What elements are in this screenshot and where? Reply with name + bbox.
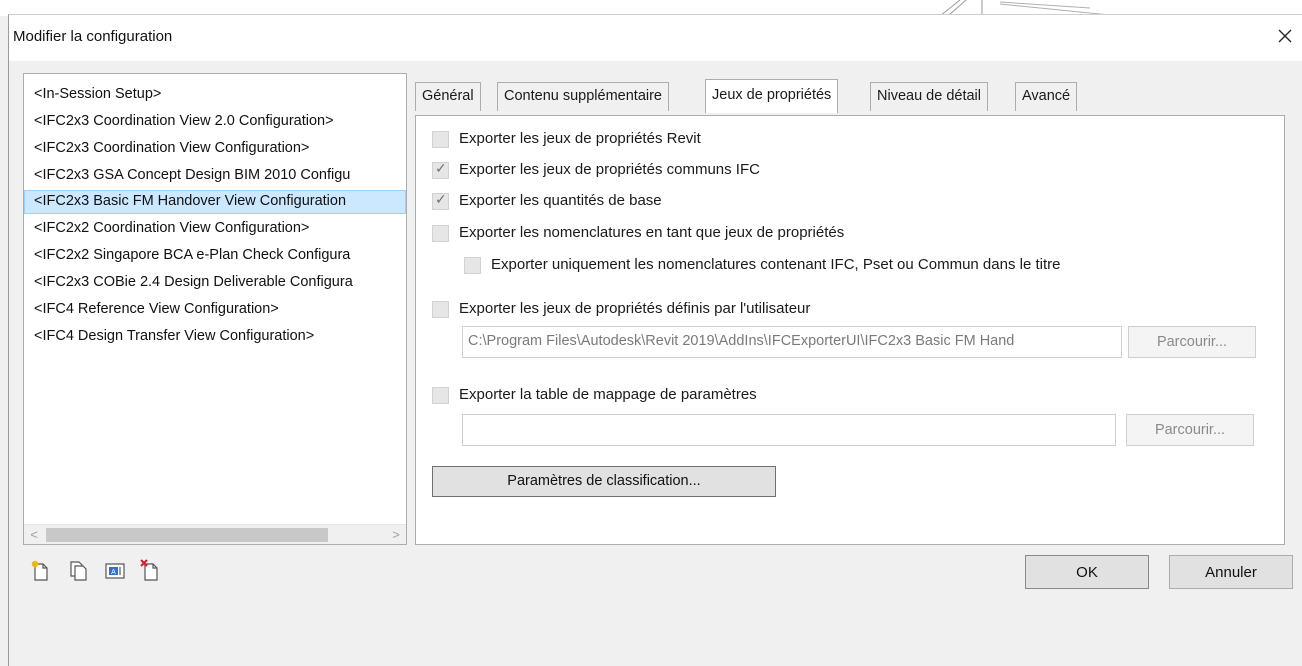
tab-level-of-detail[interactable]: Niveau de détail	[870, 82, 988, 111]
ok-button[interactable]: OK	[1025, 555, 1149, 589]
tab-general[interactable]: Général	[415, 82, 481, 111]
tab-advanced[interactable]: Avancé	[1015, 82, 1078, 111]
title-bar: Modifier la configuration	[9, 15, 1302, 61]
checkmark-icon: ✓	[435, 160, 447, 176]
scrollbar-thumb[interactable]	[46, 528, 328, 542]
cancel-button[interactable]: Annuler	[1169, 555, 1293, 589]
checkbox[interactable]	[464, 257, 481, 274]
svg-text:A: A	[111, 569, 116, 576]
tab-property-sets[interactable]: Jeux de propriétés	[705, 79, 839, 113]
list-item[interactable]: <IFC4 Design Transfer View Configuration…	[24, 325, 406, 349]
checkbox[interactable]	[432, 225, 449, 242]
duplicate-configuration-icon[interactable]	[67, 559, 91, 583]
list-item[interactable]: <IFC2x3 Coordination View 2.0 Configurat…	[24, 110, 406, 134]
classification-settings-button[interactable]: Paramètres de classification...	[432, 466, 776, 497]
checkbox-checked[interactable]: ✓	[432, 191, 449, 210]
checkbox[interactable]	[432, 301, 449, 318]
browse-button[interactable]: Parcourir...	[1128, 326, 1256, 358]
list-item[interactable]: <IFC2x3 COBie 2.4 Design Deliverable Con…	[24, 271, 406, 295]
scroll-right-arrow-icon[interactable]: >	[386, 525, 406, 544]
modify-configuration-dialog: Modifier la configuration <In-Session Se…	[8, 14, 1302, 666]
close-icon[interactable]	[1270, 21, 1300, 51]
user-defined-psets-path-field[interactable]: C:\Program Files\Autodesk\Revit 2019\Add…	[462, 326, 1122, 358]
list-item[interactable]: <IFC2x3 Coordination View Configuration>	[24, 137, 406, 161]
list-item[interactable]: <IFC4 Reference View Configuration>	[24, 298, 406, 322]
browse-button[interactable]: Parcourir...	[1126, 414, 1254, 446]
dialog-title: Modifier la configuration	[13, 28, 173, 45]
list-item-selected[interactable]: <IFC2x3 Basic FM Handover View Configura…	[24, 190, 406, 214]
checkmark-icon: ✓	[435, 191, 447, 207]
scroll-left-arrow-icon[interactable]: <	[24, 525, 44, 544]
horizontal-scrollbar[interactable]: < >	[24, 524, 406, 544]
rename-configuration-icon[interactable]: A	[103, 559, 127, 583]
list-item[interactable]: <IFC2x2 Coordination View Configuration>	[24, 217, 406, 241]
tab-additional-content[interactable]: Contenu supplémentaire	[497, 82, 669, 111]
delete-configuration-icon[interactable]	[139, 559, 163, 583]
new-configuration-icon[interactable]	[29, 559, 53, 583]
list-item[interactable]: <IFC2x2 Singapore BCA e-Plan Check Confi…	[24, 244, 406, 268]
parameter-mapping-path-field[interactable]	[462, 414, 1116, 446]
configuration-list[interactable]: <In-Session Setup> <IFC2x3 Coordination …	[23, 73, 407, 545]
list-item[interactable]: <In-Session Setup>	[24, 83, 406, 107]
checkbox[interactable]	[432, 387, 449, 404]
checkbox[interactable]	[432, 131, 449, 148]
list-item[interactable]: <IFC2x3 GSA Concept Design BIM 2010 Conf…	[24, 164, 406, 188]
checkbox-checked[interactable]: ✓	[432, 160, 449, 179]
property-sets-panel: Exporter les jeux de propriétés Revit ✓ …	[415, 115, 1285, 545]
